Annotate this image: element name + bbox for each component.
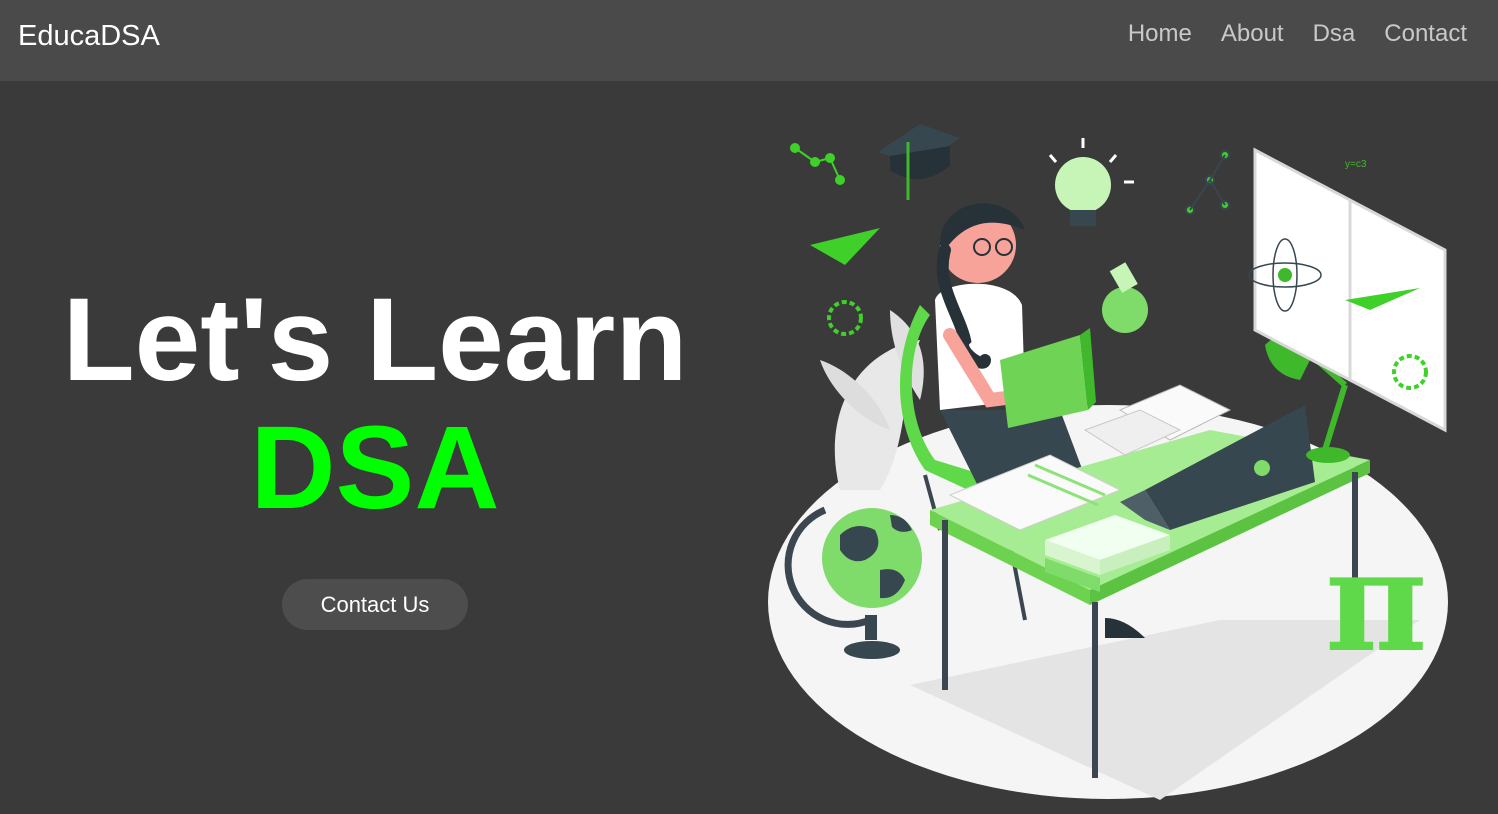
navbar: EducaDSA Home About Dsa Contact bbox=[0, 0, 1498, 81]
pi-symbol-icon: π bbox=[1325, 520, 1427, 684]
student-studying-illustration: y=c3 π bbox=[768, 124, 1448, 800]
gear-icon bbox=[827, 300, 863, 336]
molecule-icon-2 bbox=[1185, 150, 1230, 215]
nav-links: Home About Dsa Contact bbox=[1128, 20, 1467, 48]
nav-about[interactable]: About bbox=[1221, 20, 1284, 48]
graduation-cap-icon bbox=[878, 124, 960, 200]
paper-plane-icon bbox=[810, 228, 880, 265]
molecule-icon bbox=[790, 143, 845, 185]
light-bulb-icon bbox=[1048, 138, 1134, 226]
nav-contact[interactable]: Contact bbox=[1384, 20, 1467, 48]
contact-us-button[interactable]: Contact Us bbox=[282, 579, 468, 630]
hero-title-line2: DSA bbox=[250, 402, 500, 534]
brand-logo[interactable]: EducaDSA bbox=[18, 20, 160, 53]
nav-home[interactable]: Home bbox=[1128, 20, 1192, 48]
hero-title-line1: Let's Learn bbox=[62, 274, 688, 406]
nav-dsa[interactable]: Dsa bbox=[1313, 20, 1356, 48]
graph-label: y=c3 bbox=[1345, 159, 1367, 170]
flask-icon bbox=[1102, 262, 1148, 333]
